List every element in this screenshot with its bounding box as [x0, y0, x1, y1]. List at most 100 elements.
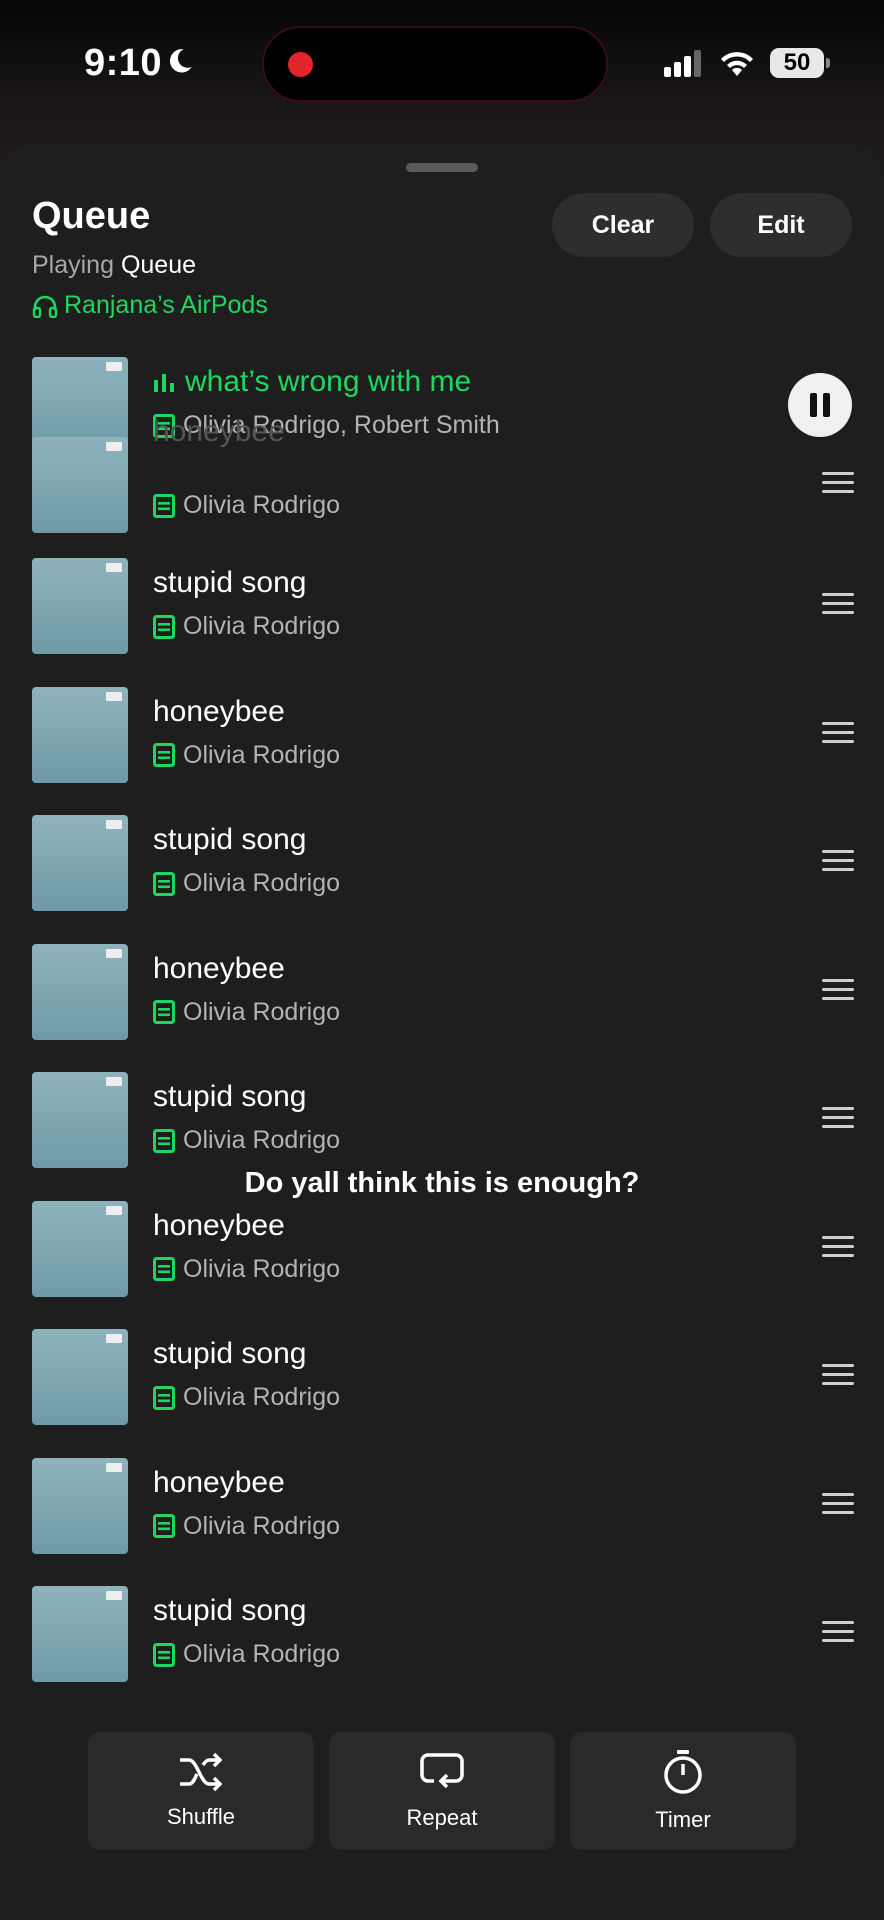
downloaded-icon	[153, 1514, 175, 1538]
song-artist-wrap: Olivia Rodrigo	[153, 1640, 340, 1669]
queue-row[interactable]: honeybee Olivia Rodrigo	[0, 415, 884, 535]
device-name: Ranjana’s AirPods	[64, 291, 268, 319]
drag-handle-icon[interactable]	[822, 593, 854, 615]
drag-handle-icon[interactable]	[822, 1621, 854, 1643]
now-playing-title-wrap: what’s wrong with me	[153, 365, 471, 399]
song-artist: Olivia Rodrigo	[183, 869, 341, 897]
downloaded-icon	[153, 1642, 175, 1667]
queue-row[interactable]: honeybee Olivia Rodrigo	[0, 932, 884, 1042]
wifi-icon	[721, 52, 753, 76]
signal-icon	[664, 50, 701, 77]
downloaded-icon	[153, 1000, 175, 1024]
song-artist-wrap: Olivia Rodrigo	[153, 1512, 340, 1541]
album-art	[32, 686, 128, 783]
song-artist-wrap: Olivia Rodrigo	[153, 998, 340, 1027]
song-artist: Olivia Rodrigo	[183, 997, 341, 1026]
album-art	[32, 1586, 128, 1682]
song-artist-wrap: Olivia Rodrigo	[153, 1126, 340, 1155]
drag-handle-icon[interactable]	[822, 472, 854, 494]
drag-handle-icon[interactable]	[822, 1235, 854, 1258]
queue-row[interactable]: stupid song Olivia Rodrigo	[0, 1060, 884, 1170]
album-art	[32, 1072, 128, 1168]
song-title: honeybee	[153, 415, 285, 448]
song-artist-wrap: Olivia Rodrigo	[153, 741, 340, 770]
drag-handle-icon[interactable]	[822, 978, 854, 1001]
song-title: honeybee	[153, 694, 285, 728]
album-art	[32, 437, 128, 533]
album-art	[32, 815, 128, 911]
headphones-icon	[32, 295, 58, 318]
album-art	[32, 943, 128, 1040]
song-artist: Olivia Rodrigo	[183, 1126, 341, 1154]
drag-handle-icon[interactable]	[822, 721, 854, 744]
song-artist: Olivia Rodrigo	[183, 1511, 341, 1540]
song-title: stupid song	[153, 566, 307, 599]
queue-row[interactable]: stupid song Olivia Rodrigo	[0, 1317, 884, 1427]
playing-prefix: Playing	[32, 251, 114, 279]
battery-icon: 50	[770, 48, 830, 78]
downloaded-icon	[153, 871, 175, 896]
shuffle-button[interactable]: Shuffle	[88, 1732, 314, 1850]
repeat-button[interactable]: Repeat	[329, 1732, 555, 1850]
downloaded-icon	[153, 743, 175, 767]
status-time: 9:10	[84, 42, 163, 84]
queue-row[interactable]: honeybee Olivia Rodrigo	[0, 1189, 884, 1299]
song-artist-wrap: Olivia Rodrigo	[153, 869, 340, 898]
queue-row[interactable]: honeybee Olivia Rodrigo	[0, 1446, 884, 1556]
downloaded-icon	[153, 1385, 175, 1410]
drag-handle-icon[interactable]	[822, 1492, 854, 1515]
song-artist: Olivia Rodrigo	[183, 740, 341, 769]
page-title: Queue	[32, 195, 151, 237]
song-title: honeybee	[153, 1465, 285, 1499]
album-art	[32, 1457, 128, 1554]
timer-icon	[664, 1750, 702, 1794]
album-art	[32, 558, 128, 654]
shuffle-label: Shuffle	[166, 1804, 236, 1829]
drag-handle-icon[interactable]	[822, 1107, 854, 1129]
moon-icon	[169, 49, 192, 73]
sheet-grabber[interactable]	[406, 163, 478, 172]
timer-button[interactable]: Timer	[570, 1732, 796, 1850]
connected-device[interactable]: Ranjana’s AirPods	[32, 291, 268, 320]
queue-row[interactable]: honeybee Olivia Rodrigo	[0, 675, 884, 785]
repeat-icon	[420, 1753, 464, 1789]
album-art	[32, 1200, 128, 1297]
song-title: stupid song	[153, 1337, 307, 1370]
downloaded-icon	[153, 1128, 175, 1153]
edit-button[interactable]: Edit	[710, 193, 852, 257]
song-artist-wrap: Olivia Rodrigo	[153, 491, 340, 520]
status-icons: 50	[664, 48, 830, 78]
song-title: stupid song	[153, 1080, 307, 1113]
timer-label: Timer	[655, 1807, 711, 1832]
repeat-label: Repeat	[406, 1805, 478, 1830]
song-artist-wrap: Olivia Rodrigo	[153, 1383, 340, 1412]
queue-row[interactable]: stupid song Olivia Rodrigo	[0, 803, 884, 913]
song-artist: Olivia Rodrigo	[183, 1254, 341, 1283]
downloaded-icon	[153, 614, 175, 639]
drag-handle-icon[interactable]	[822, 850, 854, 872]
shuffle-icon	[180, 1752, 223, 1792]
playing-context-name: Queue	[120, 251, 197, 279]
pause-icon	[810, 393, 830, 417]
song-title: stupid song	[153, 823, 307, 856]
drag-handle-icon[interactable]	[822, 1364, 854, 1386]
queue-row[interactable]: stupid song Olivia Rodrigo	[0, 546, 884, 656]
song-artist: Olivia Rodrigo	[183, 1383, 341, 1411]
clear-button[interactable]: Clear	[552, 193, 694, 257]
dynamic-island	[262, 26, 608, 102]
song-artist-wrap: Olivia Rodrigo	[153, 612, 340, 641]
equalizer-icon	[154, 374, 174, 392]
downloaded-icon	[153, 493, 175, 518]
overlay-caption: Do yall think this is enough?	[244, 1167, 640, 1199]
song-artist: Olivia Rodrigo	[183, 612, 341, 640]
song-artist: Olivia Rodrigo	[183, 491, 341, 519]
queue-row[interactable]: stupid song Olivia Rodrigo	[0, 1574, 884, 1684]
song-title: stupid song	[153, 1594, 307, 1627]
song-artist-wrap: Olivia Rodrigo	[153, 1255, 340, 1284]
downloaded-icon	[153, 1257, 175, 1281]
song-title: honeybee	[153, 951, 285, 985]
now-playing-title: what’s wrong with me	[185, 365, 472, 398]
song-title: honeybee	[153, 1208, 285, 1242]
song-artist: Olivia Rodrigo	[183, 1640, 341, 1668]
album-art	[32, 1329, 128, 1425]
